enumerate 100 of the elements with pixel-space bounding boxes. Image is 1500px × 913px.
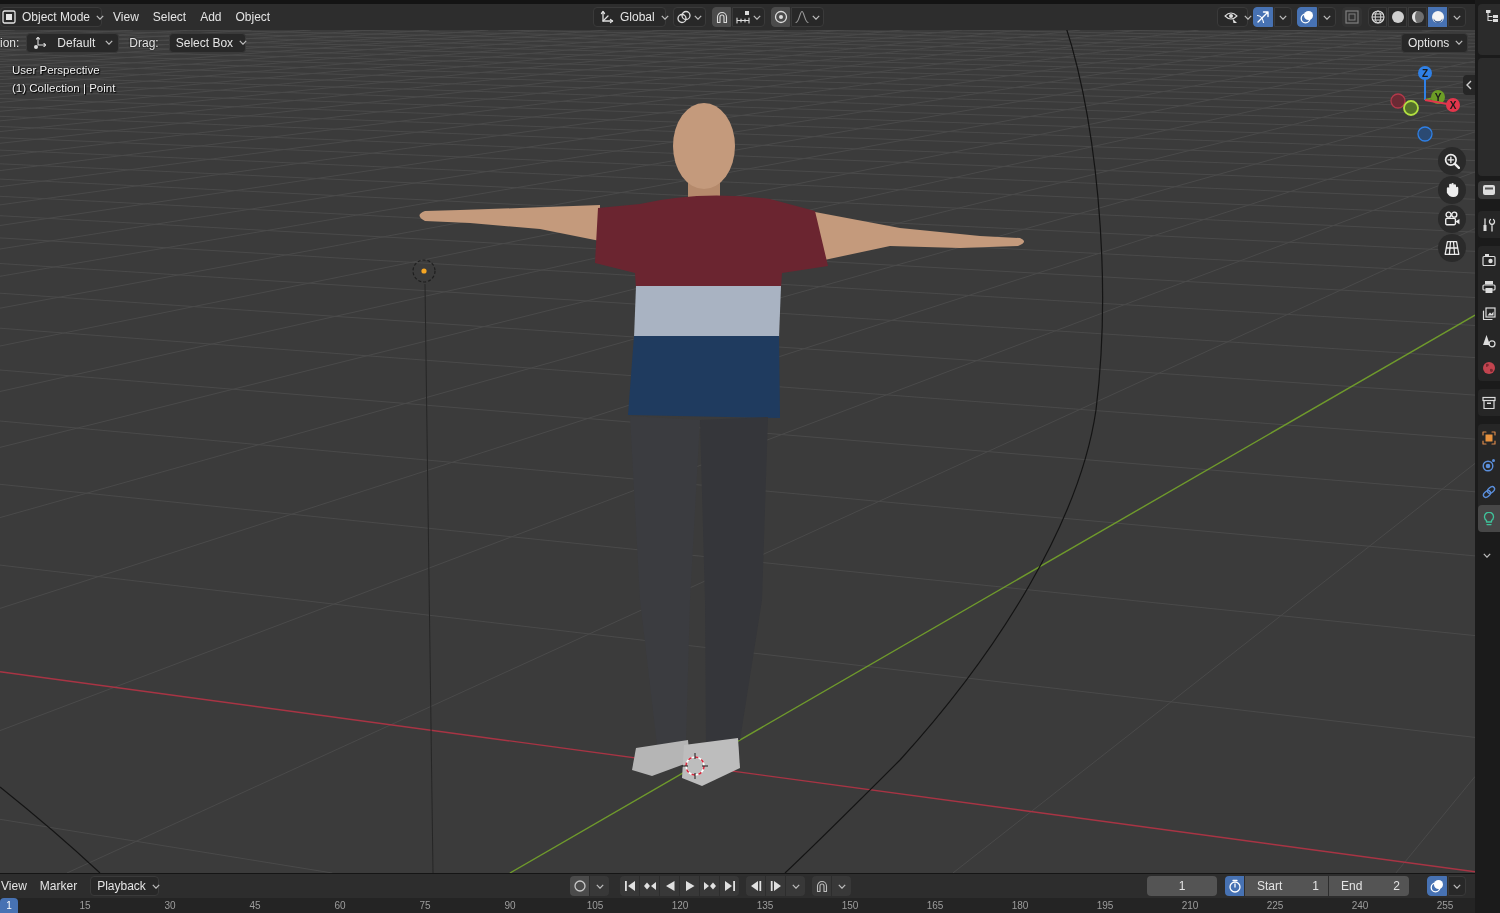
- pivot-dropdown[interactable]: [673, 7, 706, 27]
- step-forward-button[interactable]: [766, 876, 785, 896]
- proportional-editing-toggle[interactable]: [771, 7, 790, 27]
- sidebar-toggle-button[interactable]: [1463, 75, 1475, 95]
- frame-number: 90: [504, 900, 516, 911]
- next-keyframe-button[interactable]: [700, 876, 719, 896]
- perspective-toggle-button[interactable]: [1438, 234, 1466, 262]
- images-icon: [1482, 306, 1496, 321]
- orbit-icon: [1482, 457, 1496, 472]
- orientation-dropdown[interactable]: Global: [593, 7, 666, 27]
- drag-dropdown[interactable]: Select Box: [168, 32, 246, 53]
- xray-toggle[interactable]: [1342, 7, 1362, 27]
- eye-icon: [1224, 10, 1238, 24]
- pan-button[interactable]: [1438, 176, 1466, 204]
- neg-y-axis-icon[interactable]: [1403, 100, 1419, 116]
- options-dropdown[interactable]: Options: [1401, 32, 1468, 53]
- mode-dropdown[interactable]: Object Mode: [0, 7, 102, 27]
- falloff-dropdown[interactable]: [791, 7, 824, 27]
- chevron-icon: [1453, 14, 1461, 20]
- frame-number: 45: [249, 900, 261, 911]
- editor-type-button[interactable]: [1478, 181, 1500, 199]
- object-info: (1) Collection | Point: [12, 81, 116, 96]
- dropdown-button[interactable]: [1318, 7, 1336, 27]
- pivot-point-dropdown[interactable]: Default: [26, 32, 120, 53]
- orientation-label: ion:: [0, 35, 20, 50]
- snapping-button[interactable]: [812, 876, 831, 896]
- menu-item[interactable]: Add: [193, 7, 229, 27]
- globe-icon: [1482, 360, 1496, 375]
- tools-icon: [1482, 217, 1496, 232]
- play-reverse-button[interactable]: [660, 876, 679, 896]
- frame-number: 165: [926, 900, 944, 911]
- chevron-left-icon: [1466, 80, 1472, 90]
- square-icon: [1482, 430, 1496, 445]
- wireframe-sphere-icon: [1370, 10, 1385, 24]
- menu-item[interactable]: Select: [145, 7, 194, 27]
- neg-z-axis-icon[interactable]: [1417, 126, 1433, 142]
- snap-target-dropdown[interactable]: [732, 7, 765, 27]
- menu-item[interactable]: View: [106, 7, 146, 27]
- current-frame-badge[interactable]: 1: [0, 898, 18, 913]
- dropdown-button[interactable]: [590, 876, 609, 896]
- overlays-toggle[interactable]: [1297, 7, 1317, 27]
- step-forward-icon: [768, 879, 783, 893]
- point-light-icon[interactable]: [412, 259, 436, 283]
- chevron-icon: [1279, 14, 1287, 20]
- chevron-icon: [837, 883, 846, 889]
- previous-keyframe-button[interactable]: [640, 876, 659, 896]
- tree-list-icon: [1485, 9, 1499, 23]
- menu-item[interactable]: Object: [228, 7, 278, 27]
- frame-number: 60: [334, 900, 346, 911]
- gizmo-toggle[interactable]: [1253, 7, 1273, 27]
- camera-view-button[interactable]: [1438, 205, 1466, 233]
- drag-label: Drag:: [129, 35, 159, 50]
- zoom-button[interactable]: [1438, 147, 1466, 175]
- overlays-toggle[interactable]: [1427, 876, 1447, 896]
- panel-icon: [1482, 183, 1496, 197]
- playback-dropdown[interactable]: Playback: [90, 876, 160, 896]
- object-mode-icon: [2, 10, 16, 24]
- shading-button[interactable]: [1368, 7, 1387, 27]
- menu-item[interactable]: View: [0, 876, 34, 896]
- shading-button[interactable]: [1388, 7, 1407, 27]
- chevron-icon: [151, 883, 160, 889]
- frame-number: 105: [586, 900, 604, 911]
- dropdown-button[interactable]: [1448, 7, 1466, 27]
- glossy-sphere-icon: [1430, 10, 1445, 24]
- shading-button[interactable]: [1408, 7, 1427, 27]
- menu-item[interactable]: Marker: [33, 876, 84, 896]
- current-frame-field[interactable]: 1: [1147, 876, 1217, 896]
- neg-x-axis-icon[interactable]: [1390, 93, 1406, 109]
- auto-keying-toggle[interactable]: [570, 876, 589, 896]
- end-frame-field[interactable]: End 2: [1329, 876, 1409, 896]
- snap-toggle[interactable]: [712, 7, 731, 27]
- camera-icon: [1482, 252, 1496, 267]
- view-name: User Perspective: [12, 63, 101, 78]
- play-button[interactable]: [680, 876, 699, 896]
- jump-end-button[interactable]: [720, 876, 739, 896]
- chevron-icon: [595, 883, 604, 889]
- rings-icon: [677, 10, 691, 24]
- start-frame-field[interactable]: Start 1: [1245, 876, 1328, 896]
- frame-number: 15: [79, 900, 91, 911]
- chevron-icon: [1323, 14, 1331, 20]
- movie-camera-icon: [1444, 211, 1460, 227]
- chevron-icon: [1483, 553, 1491, 558]
- frame-number: 225: [1266, 900, 1284, 911]
- bell-curve-icon: [795, 10, 809, 24]
- 3d-cursor-icon[interactable]: [681, 752, 709, 780]
- dropdown-button[interactable]: [1448, 876, 1466, 896]
- jump-start-button[interactable]: [620, 876, 639, 896]
- box-icon: [1482, 395, 1496, 410]
- z-axis-button[interactable]: Z: [1418, 66, 1432, 101]
- step-back-button[interactable]: [746, 876, 765, 896]
- bulb-icon: [1482, 511, 1496, 526]
- cone-sphere-icon: [1482, 333, 1496, 348]
- frame-number: 120: [671, 900, 689, 911]
- chevron-icon: [239, 40, 248, 45]
- links-icon: [1482, 484, 1496, 499]
- preview-range-toggle[interactable]: [1225, 876, 1244, 896]
- chevron-icon: [791, 883, 800, 889]
- dropdown-button[interactable]: [832, 876, 851, 896]
- frame-number: 30: [164, 900, 176, 911]
- dropdown-button[interactable]: [1274, 7, 1292, 27]
